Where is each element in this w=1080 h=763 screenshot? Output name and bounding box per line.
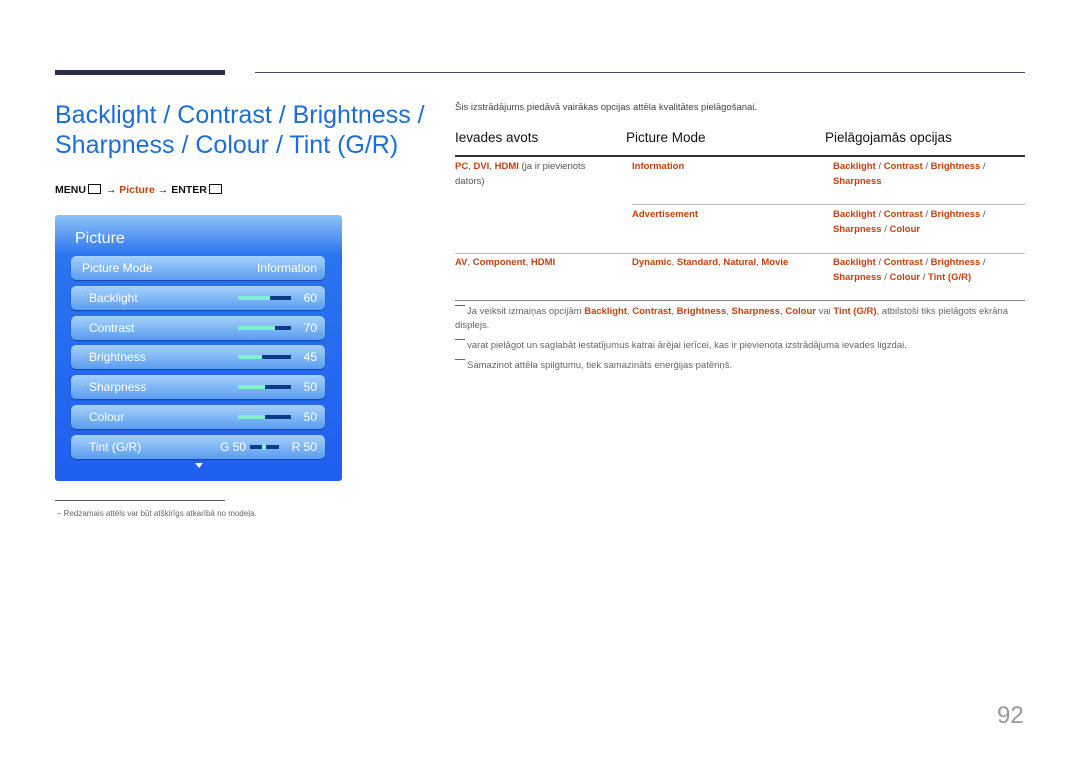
bullet-icon: · [81, 379, 84, 390]
setting-row-backlight[interactable]: · Backlight 60 [71, 286, 325, 310]
row-value: 60 [303, 291, 317, 305]
slider[interactable] [238, 414, 291, 419]
intro-text: Šis izstrādājums piedāvā vairākas opcija… [455, 102, 758, 113]
panel-title: Picture [75, 230, 125, 247]
row-value: 50 [303, 380, 317, 395]
footnote: – Redzamais attēls var būt atšķirīgs atk… [57, 509, 257, 518]
bullet-icon: · [81, 439, 84, 449]
row-label: Sharpness [89, 380, 147, 395]
header-line [255, 72, 1025, 73]
enter-label: ENTER [171, 184, 207, 196]
column-header: Picture Mode [626, 130, 706, 145]
setting-row-sharpness[interactable]: · Sharpness 50 [71, 375, 325, 400]
slider-fill [238, 414, 265, 419]
slider-knob[interactable] [262, 444, 266, 450]
table-row-divider [632, 204, 1025, 205]
title-line: Backlight / Contrast / Brightness / [55, 101, 425, 129]
arrow: → [157, 184, 169, 196]
arrow: → [105, 184, 117, 196]
row-label: Backlight [89, 291, 138, 305]
enter-icon [208, 184, 222, 194]
note: Ja veiksit izmaiņas opcijām Backlight, C… [455, 305, 1008, 331]
table-row-divider [455, 253, 1025, 254]
table-cell-source: PC, DVI, HDMI (ja ir pievienots dators) [455, 161, 586, 187]
bullet-icon: · [81, 319, 84, 330]
table-bottom-line [455, 300, 1025, 301]
picture-label: Picture [119, 184, 155, 196]
row-label: Colour [89, 409, 125, 424]
bullet-icon: · [81, 290, 84, 300]
slider[interactable] [238, 385, 291, 390]
row-label: Tint (G/R) [89, 440, 142, 454]
picture-mode-row[interactable]: Picture Mode Information [71, 256, 325, 280]
bullet-icon: · [81, 408, 84, 419]
menu-label: MENU [55, 184, 86, 196]
slider-fill [238, 355, 262, 360]
table-cell-mode: Advertisement [632, 209, 698, 220]
table-cell-mode: Information [632, 161, 685, 172]
slider[interactable] [238, 325, 291, 330]
picture-menu-panel: Picture Picture Mode Information · Backlig… [55, 215, 342, 481]
page-title: Backlight / Contrast / Brightness / Sharp… [55, 100, 425, 160]
menu-icon [87, 184, 101, 194]
table-cell-options: Backlight / Contrast / Brightness / Sharp… [833, 161, 986, 187]
row-value: 70 [303, 320, 317, 335]
tint-r-value: R 50 [291, 440, 317, 454]
footnote-text: Redzamais attēls var būt atšķirīgs atkar… [63, 509, 257, 518]
menu-path: MENU → Picture → ENTER [55, 184, 224, 196]
table-cell-options: Backlight / Contrast / Brightness / Sharp… [833, 209, 986, 235]
tint-row[interactable]: · Tint (G/R) G 50 R 50 [71, 435, 325, 459]
scroll-down-icon[interactable] [195, 463, 203, 468]
tint-slider[interactable] [250, 444, 279, 450]
slider[interactable] [238, 355, 291, 360]
title-line: Sharpness / Colour / Tint (G/R) [55, 131, 399, 159]
setting-row-brightness[interactable]: · Brightness 45 [71, 345, 325, 370]
page-number: 92 [997, 702, 1024, 729]
tint-g-value: G 50 [220, 440, 247, 454]
table-cell-mode: Dynamic, Standard, Natural, Movie [632, 257, 789, 268]
row-label: Brightness [89, 350, 146, 365]
footnote-divider [55, 500, 225, 501]
row-value: 45 [303, 350, 317, 365]
column-header: Pielāgojamās opcijas [825, 130, 952, 145]
slider-fill [238, 325, 276, 330]
row-label: Picture Mode [82, 261, 153, 275]
header-bar [55, 70, 225, 75]
row-label: Contrast [89, 320, 135, 335]
column-header: Ievades avots [455, 130, 539, 145]
setting-row-contrast[interactable]: · Contrast 70 [71, 315, 325, 340]
table-header-line [455, 155, 1025, 157]
table-cell-source: AV, Component, HDMI [455, 257, 556, 268]
row-value: Information [256, 261, 317, 275]
bullet-icon: · [81, 349, 84, 360]
note: varat pielāgot un saglabāt iestatījumus … [455, 339, 1025, 353]
slider-fill [238, 296, 270, 300]
slider-fill [238, 385, 265, 390]
slider[interactable] [238, 296, 291, 300]
row-value: 50 [303, 409, 317, 424]
table-cell-options: Backlight / Contrast / Brightness / Sharp… [833, 257, 986, 283]
note: Samazinot attēla spilgtumu, tiek samazin… [455, 359, 1025, 373]
setting-row-colour[interactable]: · Colour 50 [71, 404, 325, 429]
